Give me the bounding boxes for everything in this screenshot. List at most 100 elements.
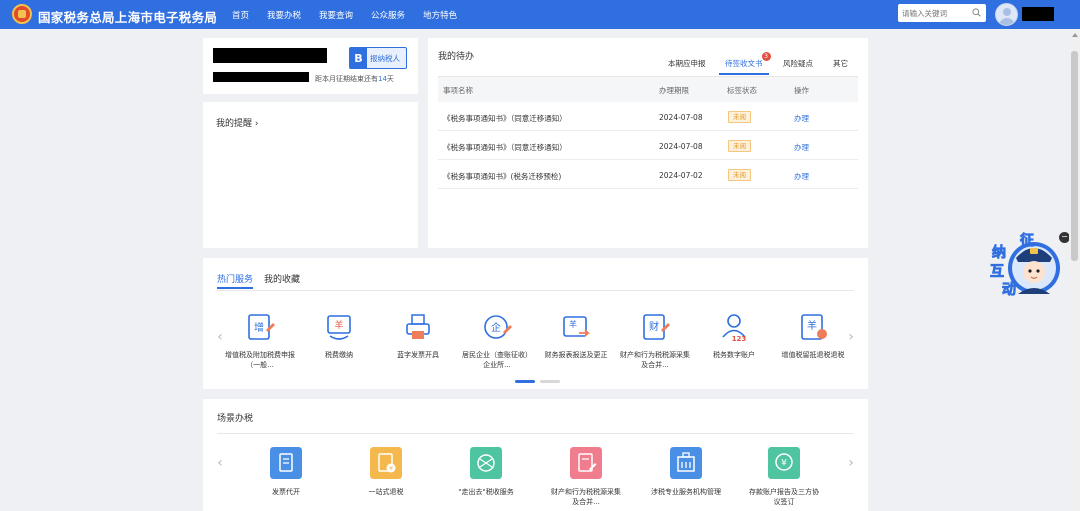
tab-others[interactable]: 其它 [833, 58, 848, 69]
nav-public-service[interactable]: 公众服务 [371, 9, 405, 21]
hot-services-card: 热门服务 我的收藏 ‹ › 增 增值税及附加税费申报（一般... 羊 税费缴纳 … [203, 258, 868, 389]
scene-deposit-account[interactable]: ¥ 存款账户报告及三方协议签订 [749, 447, 819, 507]
property-collect-icon [570, 447, 602, 479]
going-global-icon [470, 447, 502, 479]
tab-risk-points[interactable]: 风险疑点 [783, 58, 813, 69]
nav-do-tax[interactable]: 我要办税 [267, 9, 301, 21]
tax-bureau-logo-icon[interactable] [12, 4, 32, 24]
service-financial-report[interactable]: 羊 财务报表报送及更正 [541, 312, 611, 361]
scene-onestop-refund[interactable]: ¥ 一站式退税 [351, 447, 421, 498]
user-avatar[interactable] [995, 3, 1018, 26]
service-label: 税费缴纳 [325, 351, 353, 359]
pager-dot-2[interactable] [540, 380, 560, 383]
service-enterprise-tax[interactable]: 企 居民企业（查账征收）企业所... [462, 312, 532, 370]
scene-label: 财产和行为税税源采集及合并... [551, 488, 621, 506]
todo-table-header: 事项名称 办理期限 标签状态 操作 [438, 76, 858, 102]
service-tabs: 热门服务 我的收藏 [217, 272, 311, 289]
todo-title: 我的待办 [438, 52, 475, 62]
taxpayer-type-badge[interactable]: B 报纳税人 [349, 47, 407, 69]
service-vat-declare[interactable]: 增 增值税及附加税费申报（一般... [225, 312, 295, 370]
page-scrollbar[interactable] [1069, 29, 1080, 511]
svg-text:企: 企 [491, 321, 501, 334]
property-tax-icon: 财 [643, 314, 670, 340]
service-label: 蓝字发票开具 [397, 351, 439, 359]
tab-current-declare[interactable]: 本期应申报 [668, 58, 706, 69]
credit-level-letter: B [350, 48, 367, 68]
service-tax-payment[interactable]: 羊 税费缴纳 [304, 312, 374, 361]
chevron-right-icon[interactable]: › [846, 456, 856, 470]
table-row: 《税务事项通知书》（同意迁移通知） 2024-07-08 未阅 办理 [438, 103, 858, 131]
service-vat-refund[interactable]: 羊 增值税留抵退税退税 [778, 312, 848, 361]
svg-text:¥: ¥ [781, 459, 787, 469]
tab-pending-docs[interactable]: 待签收文书 3 [719, 52, 771, 75]
status-badge: 未阅 [728, 140, 751, 152]
svg-text:纳: 纳 [992, 244, 1006, 261]
handle-link[interactable]: 办理 [794, 113, 809, 124]
col-deadline: 办理期限 [659, 86, 689, 95]
enterprise-tax-icon: 企 [484, 315, 512, 339]
financial-report-icon: 羊 [563, 316, 591, 337]
scroll-up-icon[interactable] [1072, 33, 1078, 37]
service-digital-account[interactable]: 123 税务数字账户 [699, 312, 769, 361]
vat-refund-icon: 羊 [801, 314, 827, 340]
scene-label: 存款账户报告及三方协议签订 [749, 488, 819, 506]
company-name-redacted [213, 48, 327, 63]
deposit-account-icon: ¥ [768, 447, 800, 479]
table-row: 《税务事项通知书》(税务迁移预检) 2024-07-02 未阅 办理 [438, 161, 858, 189]
svg-text:羊: 羊 [807, 319, 817, 332]
scene-property-collect[interactable]: 财产和行为税税源采集及合并... [551, 447, 621, 507]
vat-declare-icon: 增 [248, 314, 275, 340]
chevron-left-icon[interactable]: ‹ [215, 456, 225, 470]
taxpayer-type-label: 报纳税人 [370, 53, 400, 63]
scene-going-global[interactable]: "走出去"税收服务 [451, 447, 521, 498]
service-label: 增值税留抵退税退税 [781, 351, 845, 359]
service-label: 税务数字账户 [713, 351, 755, 359]
scene-label: 发票代开 [272, 488, 300, 496]
deadline-notice: 距本月征期结束还有14天 [315, 75, 394, 83]
scene-invoice-agent[interactable]: 发票代开 [251, 447, 321, 498]
interaction-mascot-icon[interactable]: 征 纳 互 动 [980, 230, 1064, 300]
digital-account-icon: 123 [722, 314, 746, 343]
username-redacted[interactable] [1022, 7, 1054, 21]
reminder-card: 我的提醒 › [203, 102, 418, 248]
item-name: 《税务事项通知书》（同意迁移通知） [443, 143, 567, 152]
item-name: 《税务事项通知书》(税务迁移预检) [443, 172, 562, 181]
col-item-name: 事项名称 [443, 86, 473, 95]
user-card: B 报纳税人 距本月征期结束还有14天 [203, 38, 418, 94]
svg-text:动: 动 [1002, 281, 1016, 298]
site-title[interactable]: 国家税务总局上海市电子税务局 [38, 7, 217, 26]
service-property-tax[interactable]: 财 财产和行为税税源采集及合并... [620, 312, 690, 370]
tab-hot-services[interactable]: 热门服务 [217, 272, 254, 289]
item-name: 《税务事项通知书》（同意迁移通知） [443, 114, 567, 123]
scene-agency-manage[interactable]: 涉税专业服务机构管理 [651, 447, 721, 498]
service-label: 财产和行为税税源采集及合并... [620, 351, 690, 369]
item-deadline: 2024-07-02 [659, 171, 703, 180]
status-badge: 未阅 [728, 169, 751, 181]
svg-text:增: 增 [254, 321, 264, 334]
scene-label: 涉税专业服务机构管理 [651, 488, 721, 496]
svg-text:羊: 羊 [334, 319, 343, 331]
chevron-left-icon[interactable]: ‹ [215, 330, 225, 344]
pager-dot-1[interactable] [515, 380, 535, 383]
handle-link[interactable]: 办理 [794, 142, 809, 153]
service-divider [217, 290, 854, 291]
tab-my-favorites[interactable]: 我的收藏 [264, 272, 300, 285]
todo-card: 我的待办 本期应申报 待签收文书 3 风险疑点 其它 事项名称 办理期限 标签状… [428, 38, 868, 248]
svg-text:¥: ¥ [389, 466, 393, 473]
nav-home[interactable]: 首页 [232, 9, 249, 21]
service-label: 增值税及附加税费申报（一般... [225, 351, 295, 369]
col-status: 标签状态 [727, 86, 757, 95]
reminder-title[interactable]: 我的提醒 › [216, 116, 258, 129]
nav-local-feature[interactable]: 地方特色 [423, 9, 457, 21]
nav-query[interactable]: 我要查询 [319, 9, 353, 21]
search-icon[interactable] [972, 8, 981, 17]
invoice-agent-icon [270, 447, 302, 479]
tax-id-redacted [213, 72, 309, 82]
scroll-thumb[interactable] [1071, 51, 1078, 261]
svg-text:征: 征 [1020, 232, 1034, 249]
svg-text:互: 互 [990, 264, 1004, 280]
service-label: 居民企业（查账征收）企业所... [462, 351, 532, 369]
handle-link[interactable]: 办理 [794, 171, 809, 182]
service-invoice-issue[interactable]: 蓝字发票开具 [383, 312, 453, 361]
search-input[interactable] [902, 6, 968, 20]
